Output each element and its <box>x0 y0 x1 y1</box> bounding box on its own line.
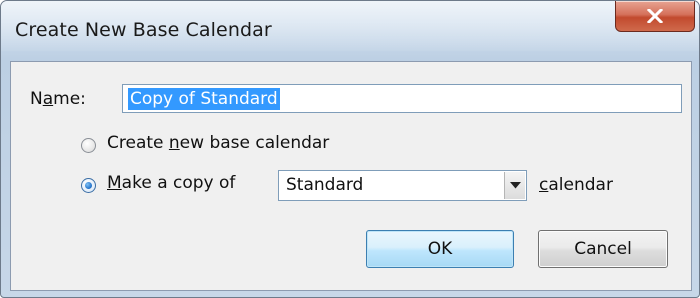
create-new-radio[interactable] <box>81 138 96 153</box>
name-input-value: Copy of Standard <box>128 87 280 110</box>
calendar-select[interactable]: Standard <box>278 170 527 201</box>
close-button[interactable] <box>615 1 695 32</box>
name-label: Name: <box>30 89 86 109</box>
name-input[interactable]: Copy of Standard <box>122 84 682 113</box>
cancel-button[interactable]: Cancel <box>538 230 668 268</box>
close-icon <box>647 9 663 23</box>
dialog-window: Create New Base Calendar Name: Copy of S… <box>0 0 700 298</box>
make-copy-radio[interactable] <box>81 178 96 193</box>
make-copy-label[interactable]: Make a copy of <box>107 173 235 193</box>
dialog-title: Create New Base Calendar <box>15 19 272 41</box>
calendar-select-value: Standard <box>286 175 364 195</box>
calendar-select-dropdown-button[interactable] <box>504 172 525 199</box>
dialog-body: Name: Copy of Standard Create new base c… <box>10 61 692 291</box>
chevron-down-icon <box>509 182 521 189</box>
create-new-label[interactable]: Create new base calendar <box>107 133 329 153</box>
ok-button[interactable]: OK <box>366 230 514 268</box>
calendar-label: calendar <box>539 175 613 195</box>
